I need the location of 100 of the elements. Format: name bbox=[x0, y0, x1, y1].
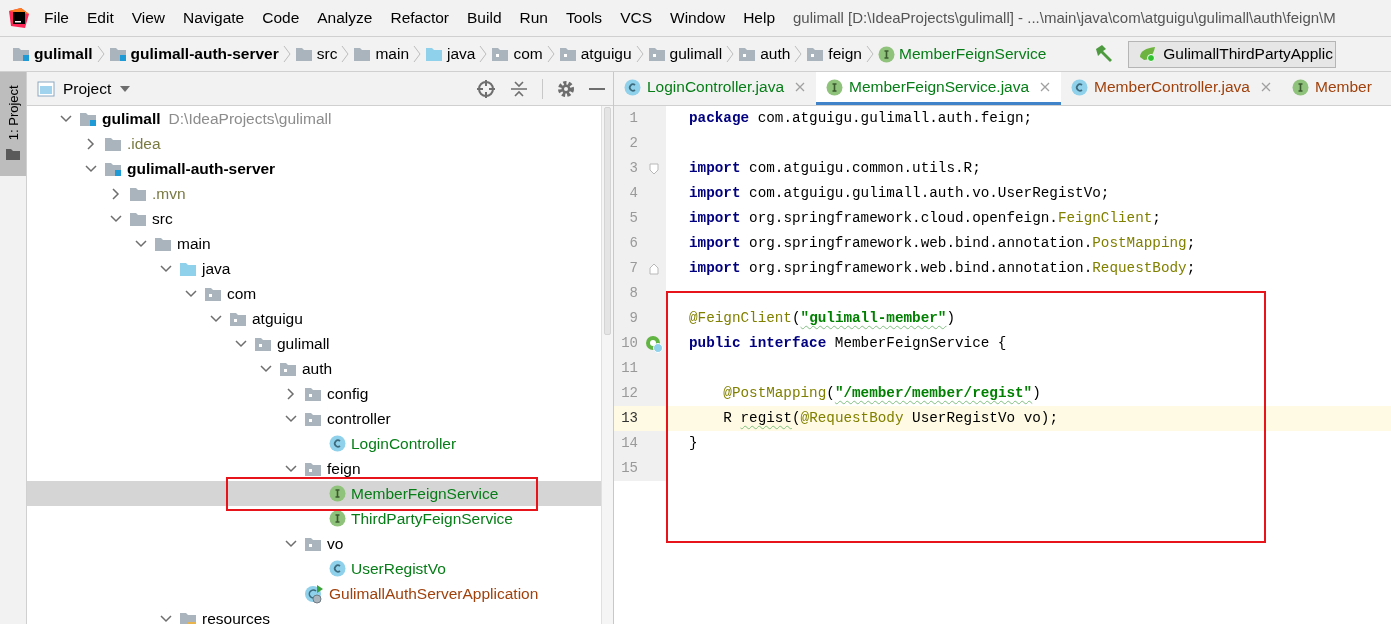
editor-tab[interactable]: MemberFeignService.java bbox=[816, 72, 1062, 105]
editor-tab[interactable]: LoginController.java bbox=[614, 72, 816, 105]
code-line: import org.springframework.web.bind.annotation.PostMapping; bbox=[689, 233, 1196, 253]
line-number: 7 bbox=[628, 259, 638, 278]
line-number: 1 bbox=[628, 109, 638, 128]
folder-icon bbox=[294, 46, 313, 62]
tree-row[interactable]: resources bbox=[27, 606, 601, 624]
separator-icon bbox=[725, 44, 736, 64]
run-configuration[interactable]: GulimallThirdPartyApplic bbox=[1128, 40, 1336, 68]
class-icon bbox=[624, 78, 641, 96]
menu-item[interactable]: Window bbox=[670, 6, 726, 30]
tree-row[interactable]: .mvn bbox=[27, 181, 601, 206]
line-number: 15 bbox=[620, 459, 638, 478]
tree-label: config bbox=[327, 383, 369, 404]
locate-icon[interactable] bbox=[476, 78, 496, 99]
scrollbar-thumb[interactable] bbox=[604, 107, 611, 335]
breadcrumb-item[interactable]: MemberFeignService bbox=[898, 42, 1047, 66]
tree-label: gulimall-auth-server bbox=[127, 158, 276, 179]
breadcrumb-item[interactable]: auth bbox=[760, 42, 791, 66]
tree-label: GulimallAuthServerApplication bbox=[329, 583, 539, 604]
tree-label: resources bbox=[202, 608, 271, 624]
menu-item[interactable]: File bbox=[44, 6, 69, 30]
menu-item[interactable]: Navigate bbox=[183, 6, 245, 30]
panel-title[interactable]: Project bbox=[63, 76, 112, 101]
code-line: package com.atguigu.gulimall.auth.feign; bbox=[689, 108, 1033, 128]
tree-row[interactable]: MemberFeignService bbox=[27, 481, 601, 506]
tree-row[interactable]: main bbox=[27, 231, 601, 256]
package-folder-icon bbox=[254, 335, 272, 352]
tree-row[interactable]: auth bbox=[27, 356, 601, 381]
tree-row[interactable]: feign bbox=[27, 456, 601, 481]
tree-row[interactable]: GulimallAuthServerApplication bbox=[27, 581, 601, 606]
settings-icon[interactable] bbox=[557, 79, 575, 98]
tree-row[interactable]: vo bbox=[27, 531, 601, 556]
tree-row[interactable]: ThirdPartyFeignService bbox=[27, 506, 601, 531]
menu-item[interactable]: View bbox=[131, 6, 166, 30]
menu-item[interactable]: Code bbox=[262, 6, 300, 30]
spring-boot-icon bbox=[1137, 45, 1158, 63]
tree-label: UserRegistVo bbox=[351, 558, 446, 579]
module-folder-icon bbox=[108, 46, 127, 62]
interface-icon bbox=[329, 510, 346, 527]
menu-item[interactable]: Help bbox=[743, 6, 776, 30]
menu-item[interactable]: Run bbox=[519, 6, 548, 30]
separator-icon bbox=[478, 44, 489, 64]
tree-row[interactable]: .idea bbox=[27, 131, 601, 156]
breadcrumb-item[interactable]: main bbox=[375, 42, 409, 66]
tree-row[interactable]: controller bbox=[27, 406, 601, 431]
class-icon bbox=[1071, 78, 1089, 96]
folder-icon bbox=[154, 235, 172, 252]
code-line: R regist(@RequestBody UserRegistVo vo); bbox=[722, 408, 1058, 428]
implemented-icon[interactable] bbox=[645, 334, 663, 353]
tree-row[interactable]: java bbox=[27, 256, 601, 281]
application-icon bbox=[304, 583, 324, 604]
class-icon bbox=[329, 435, 346, 452]
code-line: import org.springframework.cloud.openfeign.FeignClient; bbox=[689, 208, 1161, 228]
breadcrumb-item[interactable]: java bbox=[447, 42, 476, 66]
hammer-icon[interactable] bbox=[1094, 44, 1115, 64]
package-folder-icon bbox=[647, 46, 666, 62]
editor-tab[interactable]: Member bbox=[1282, 72, 1382, 105]
line-number: 5 bbox=[628, 209, 638, 228]
menu-item[interactable]: Refactor bbox=[390, 6, 450, 30]
resources-folder-icon bbox=[179, 610, 197, 624]
collapse-all-icon[interactable] bbox=[510, 79, 528, 98]
editor-tab[interactable]: MemberController.java bbox=[1061, 72, 1282, 105]
close-icon[interactable] bbox=[1039, 81, 1052, 93]
tree-row[interactable]: src bbox=[27, 206, 601, 231]
project-tool-tab[interactable]: 1: Project bbox=[0, 72, 26, 176]
tree-label: controller bbox=[327, 408, 391, 429]
menu-item[interactable]: Analyze bbox=[317, 6, 373, 30]
tree-row[interactable]: UserRegistVo bbox=[27, 556, 601, 581]
code-line: @FeignClient("gulimall-member") bbox=[689, 308, 955, 328]
separator-icon bbox=[281, 44, 292, 64]
menu-item[interactable]: Edit bbox=[87, 6, 114, 30]
breadcrumb-item[interactable]: gulimall bbox=[34, 42, 93, 66]
package-folder-icon bbox=[491, 46, 510, 62]
caret-down-icon[interactable] bbox=[119, 84, 132, 93]
breadcrumb-item[interactable]: atguigu bbox=[580, 42, 632, 66]
tree-row[interactable]: atguigu bbox=[27, 306, 601, 331]
line-number: 14 bbox=[620, 434, 638, 453]
breadcrumb-item[interactable]: feign bbox=[828, 42, 862, 66]
tree-row[interactable]: config bbox=[27, 381, 601, 406]
tree-row[interactable]: com bbox=[27, 281, 601, 306]
breadcrumb-item[interactable]: gulimall-auth-server bbox=[130, 42, 279, 66]
menu-item[interactable]: Build bbox=[467, 6, 502, 30]
breadcrumb-item[interactable]: src bbox=[316, 42, 338, 66]
package-folder-icon bbox=[304, 385, 322, 402]
interface-icon bbox=[877, 45, 895, 63]
tree-row[interactable]: gulimall D:\IdeaProjects\gulimall bbox=[27, 106, 601, 131]
tree-row[interactable]: gulimall bbox=[27, 331, 601, 356]
package-folder-icon bbox=[204, 285, 222, 302]
menu-item[interactable]: VCS bbox=[620, 6, 652, 30]
breadcrumb-item[interactable]: com bbox=[513, 42, 543, 66]
module-folder-icon bbox=[104, 160, 122, 177]
tree-path: D:\IdeaProjects\gulimall bbox=[168, 108, 332, 129]
code-line: import org.springframework.web.bind.annotation.RequestBody; bbox=[689, 258, 1196, 278]
menu-item[interactable]: Tools bbox=[565, 6, 603, 30]
line-number: 4 bbox=[628, 184, 638, 203]
tree-row[interactable]: gulimall-auth-server bbox=[27, 156, 601, 181]
tree-row[interactable]: LoginController bbox=[27, 431, 601, 456]
tree-label: auth bbox=[302, 358, 333, 379]
breadcrumb-item[interactable]: gulimall bbox=[669, 42, 723, 66]
